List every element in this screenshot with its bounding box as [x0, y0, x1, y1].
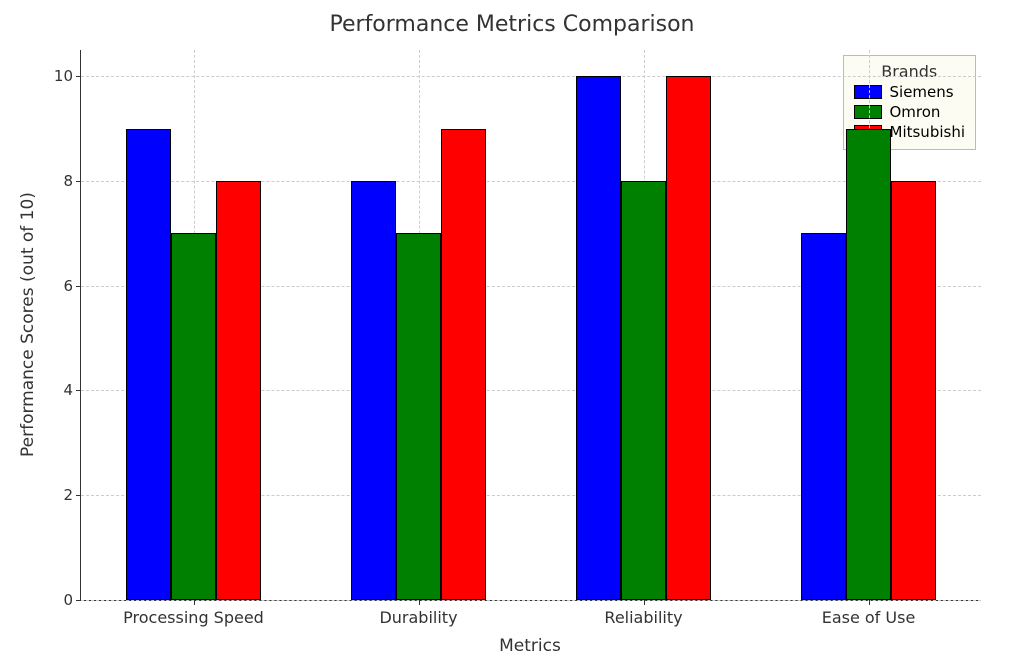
legend-swatch: [854, 105, 882, 119]
x-axis-label: Metrics: [80, 636, 980, 656]
y-tick-label: 8: [63, 172, 81, 190]
y-tick-label: 10: [54, 67, 81, 85]
bar-siemens: [351, 181, 396, 600]
x-tick-label: Processing Speed: [123, 600, 264, 627]
chart-title: Performance Metrics Comparison: [0, 12, 1024, 37]
grid-line: [81, 76, 981, 77]
chart-container: Performance Metrics Comparison Performan…: [0, 0, 1024, 668]
x-tick-label: Durability: [379, 600, 457, 627]
legend-swatch: [854, 85, 882, 99]
y-tick-label: 6: [63, 277, 81, 295]
x-tick-label: Ease of Use: [822, 600, 916, 627]
bar-mitsubishi: [441, 129, 486, 600]
bar-mitsubishi: [666, 76, 711, 600]
bar-omron: [171, 233, 216, 600]
legend-label: Mitsubishi: [890, 123, 966, 141]
legend-label: Siemens: [890, 83, 954, 101]
y-tick-label: 4: [63, 381, 81, 399]
bar-mitsubishi: [216, 181, 261, 600]
plot-area: Brands Siemens Omron Mitsubishi 0246810P…: [80, 50, 981, 601]
bar-mitsubishi: [891, 181, 936, 600]
x-tick-label: Reliability: [604, 600, 682, 627]
bar-omron: [846, 129, 891, 600]
legend-label: Omron: [890, 103, 941, 121]
bar-siemens: [126, 129, 171, 600]
y-tick-label: 2: [63, 486, 81, 504]
bar-siemens: [576, 76, 621, 600]
bar-omron: [621, 181, 666, 600]
y-tick-label: 0: [63, 591, 81, 609]
bar-siemens: [801, 233, 846, 600]
bar-omron: [396, 233, 441, 600]
legend-title: Brands: [854, 62, 966, 81]
y-axis-label: Performance Scores (out of 10): [18, 50, 38, 600]
legend-item-omron: Omron: [854, 103, 966, 121]
legend-item-siemens: Siemens: [854, 83, 966, 101]
